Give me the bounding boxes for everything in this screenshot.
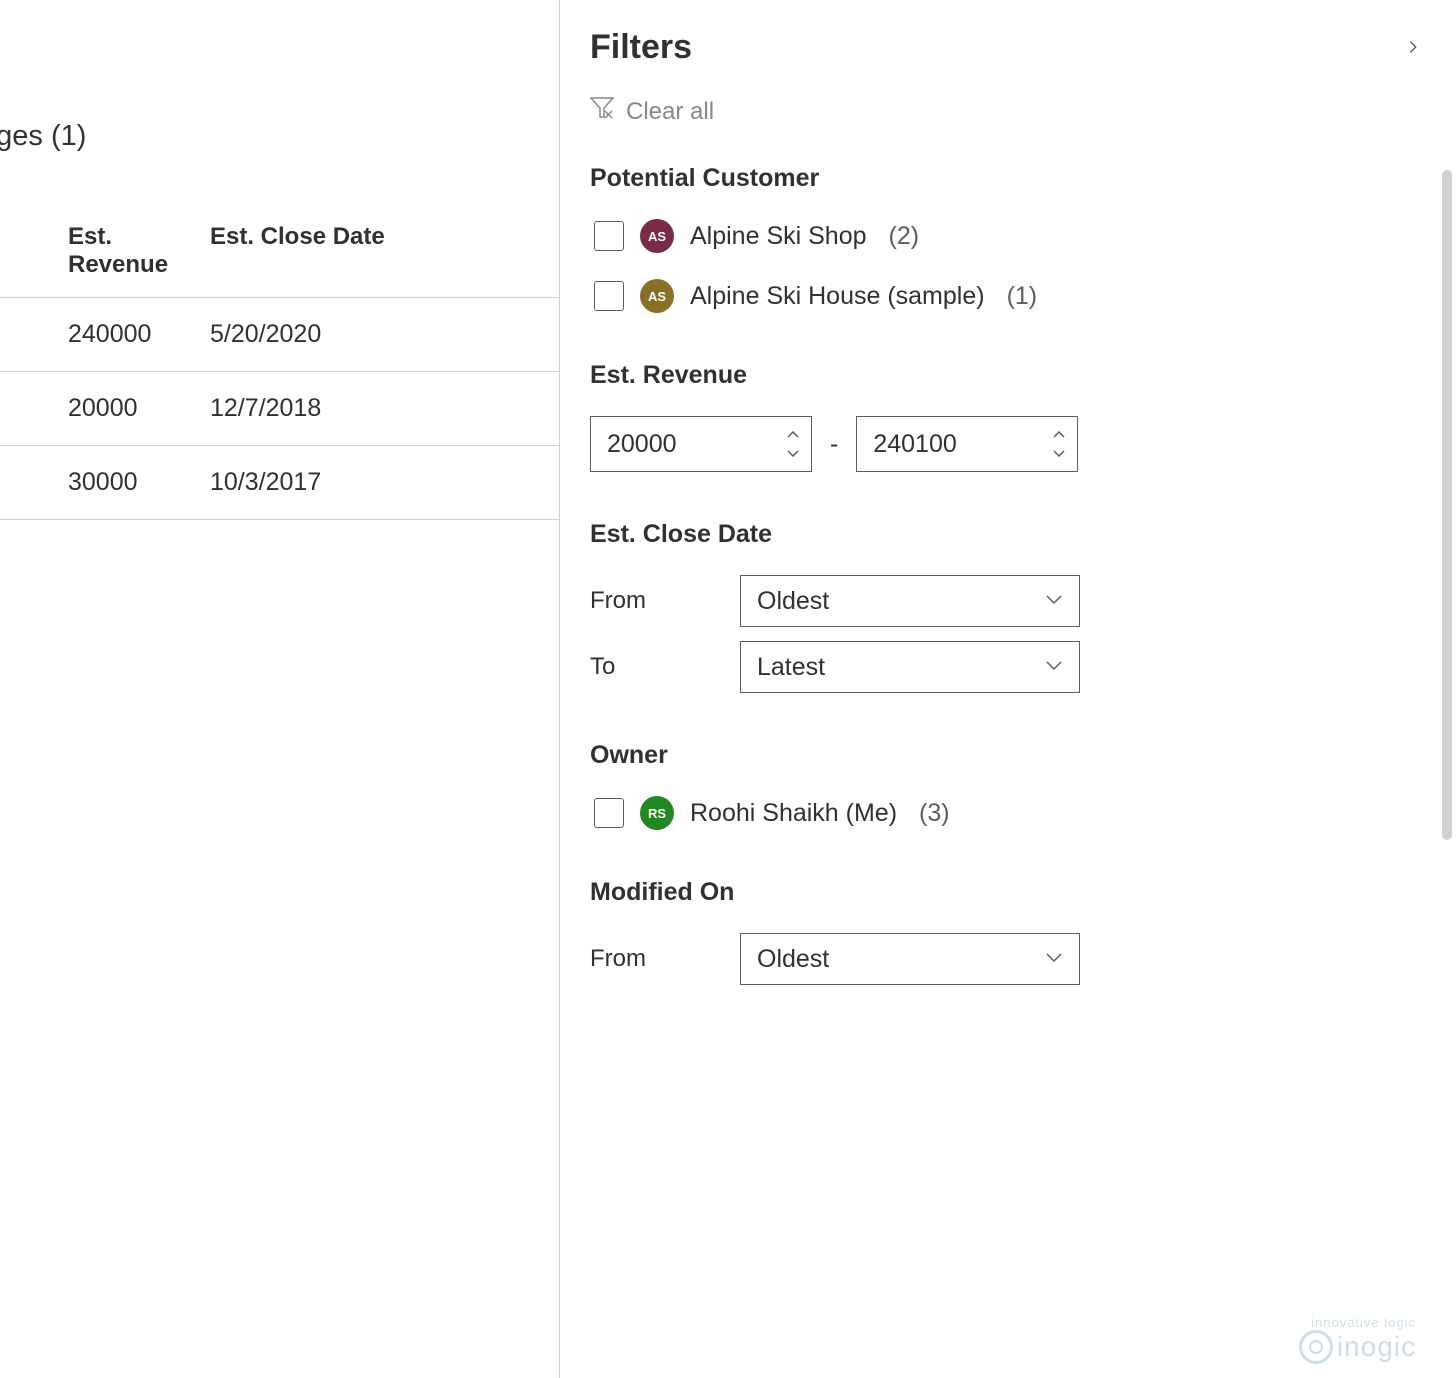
option-name: Alpine Ski House (sample) (690, 282, 985, 311)
option-name: Alpine Ski Shop (690, 222, 867, 251)
option-name: Roohi Shaikh (Me) (690, 799, 897, 828)
chevron-right-icon[interactable] (1402, 36, 1426, 60)
section-label: Modified On (590, 878, 1426, 907)
avatar: RS (640, 796, 674, 830)
avatar: AS (640, 279, 674, 313)
close-date-from-dropdown[interactable]: Oldest (740, 575, 1080, 627)
from-label: From (590, 587, 740, 615)
spinner-up-icon[interactable] (783, 426, 803, 444)
cell-close-date: 5/20/2020 (210, 320, 440, 349)
chevron-down-icon (1045, 950, 1063, 968)
filters-pane: Filters Clear all Potential Customer AS … (560, 0, 1456, 1378)
dropdown-value: Oldest (757, 587, 829, 616)
cell-close-date: 10/3/2017 (210, 468, 440, 497)
filter-section-modified-on: Modified On From Oldest (590, 878, 1426, 985)
option-count: (3) (919, 799, 950, 828)
cell-revenue: 30000 (0, 468, 210, 497)
to-label: To (590, 653, 740, 681)
close-date-to-dropdown[interactable]: Latest (740, 641, 1080, 693)
clear-all-button[interactable]: Clear all (590, 97, 1426, 126)
column-header-revenue[interactable]: Est. Revenue (0, 223, 210, 279)
checkbox[interactable] (594, 221, 624, 251)
filter-section-potential-customer: Potential Customer AS Alpine Ski Shop (2… (590, 164, 1426, 313)
spinner-up-icon[interactable] (1049, 426, 1069, 444)
dropdown-value: Latest (757, 653, 825, 682)
table-row[interactable]: 240000 5/20/2020 (0, 298, 559, 372)
watermark-logo-icon (1299, 1330, 1333, 1364)
modified-on-from-dropdown[interactable]: Oldest (740, 933, 1080, 985)
section-label: Est. Revenue (590, 361, 1426, 390)
chevron-down-icon (1045, 658, 1063, 676)
scrollbar[interactable] (1442, 170, 1452, 840)
table-row[interactable]: 20000 12/7/2018 (0, 372, 559, 446)
filter-section-est-revenue: Est. Revenue - (590, 361, 1426, 472)
checkbox[interactable] (594, 281, 624, 311)
filter-option-row[interactable]: RS Roohi Shaikh (Me) (3) (590, 796, 1426, 830)
watermark: innovative logic inogic (1299, 1315, 1416, 1364)
option-count: (1) (1007, 282, 1038, 311)
cell-revenue: 240000 (0, 320, 210, 349)
filter-section-est-close-date: Est. Close Date From Oldest To Latest (590, 520, 1426, 693)
section-label: Owner (590, 741, 1426, 770)
filter-section-owner: Owner RS Roohi Shaikh (Me) (3) (590, 741, 1426, 830)
watermark-brand-text: inogic (1337, 1331, 1416, 1363)
clear-all-label: Clear all (626, 98, 714, 126)
revenue-max-wrapper[interactable] (856, 416, 1078, 472)
table-header: Est. Revenue Est. Close Date (0, 223, 559, 298)
revenue-max-input[interactable] (873, 430, 1041, 459)
pages-count-label: ages (1) (0, 120, 559, 153)
avatar: AS (640, 219, 674, 253)
section-label: Potential Customer (590, 164, 1426, 193)
range-separator: - (830, 430, 838, 459)
watermark-tagline: innovative logic (1299, 1315, 1416, 1330)
spinner-down-icon[interactable] (783, 444, 803, 462)
data-grid-pane: ages (1) Est. Revenue Est. Close Date 24… (0, 0, 560, 1378)
filter-option-row[interactable]: AS Alpine Ski Shop (2) (590, 219, 1426, 253)
option-count: (2) (889, 222, 920, 251)
cell-revenue: 20000 (0, 394, 210, 423)
dropdown-value: Oldest (757, 945, 829, 974)
checkbox[interactable] (594, 798, 624, 828)
filters-title: Filters (590, 28, 692, 67)
table-row[interactable]: 30000 10/3/2017 (0, 446, 559, 520)
section-label: Est. Close Date (590, 520, 1426, 549)
spinner-down-icon[interactable] (1049, 444, 1069, 462)
chevron-down-icon (1045, 592, 1063, 610)
revenue-min-wrapper[interactable] (590, 416, 812, 472)
revenue-min-input[interactable] (607, 430, 775, 459)
from-label: From (590, 945, 740, 973)
column-header-close-date[interactable]: Est. Close Date (210, 223, 440, 279)
cell-close-date: 12/7/2018 (210, 394, 440, 423)
filter-option-row[interactable]: AS Alpine Ski House (sample) (1) (590, 279, 1426, 313)
filter-clear-icon (590, 97, 614, 126)
